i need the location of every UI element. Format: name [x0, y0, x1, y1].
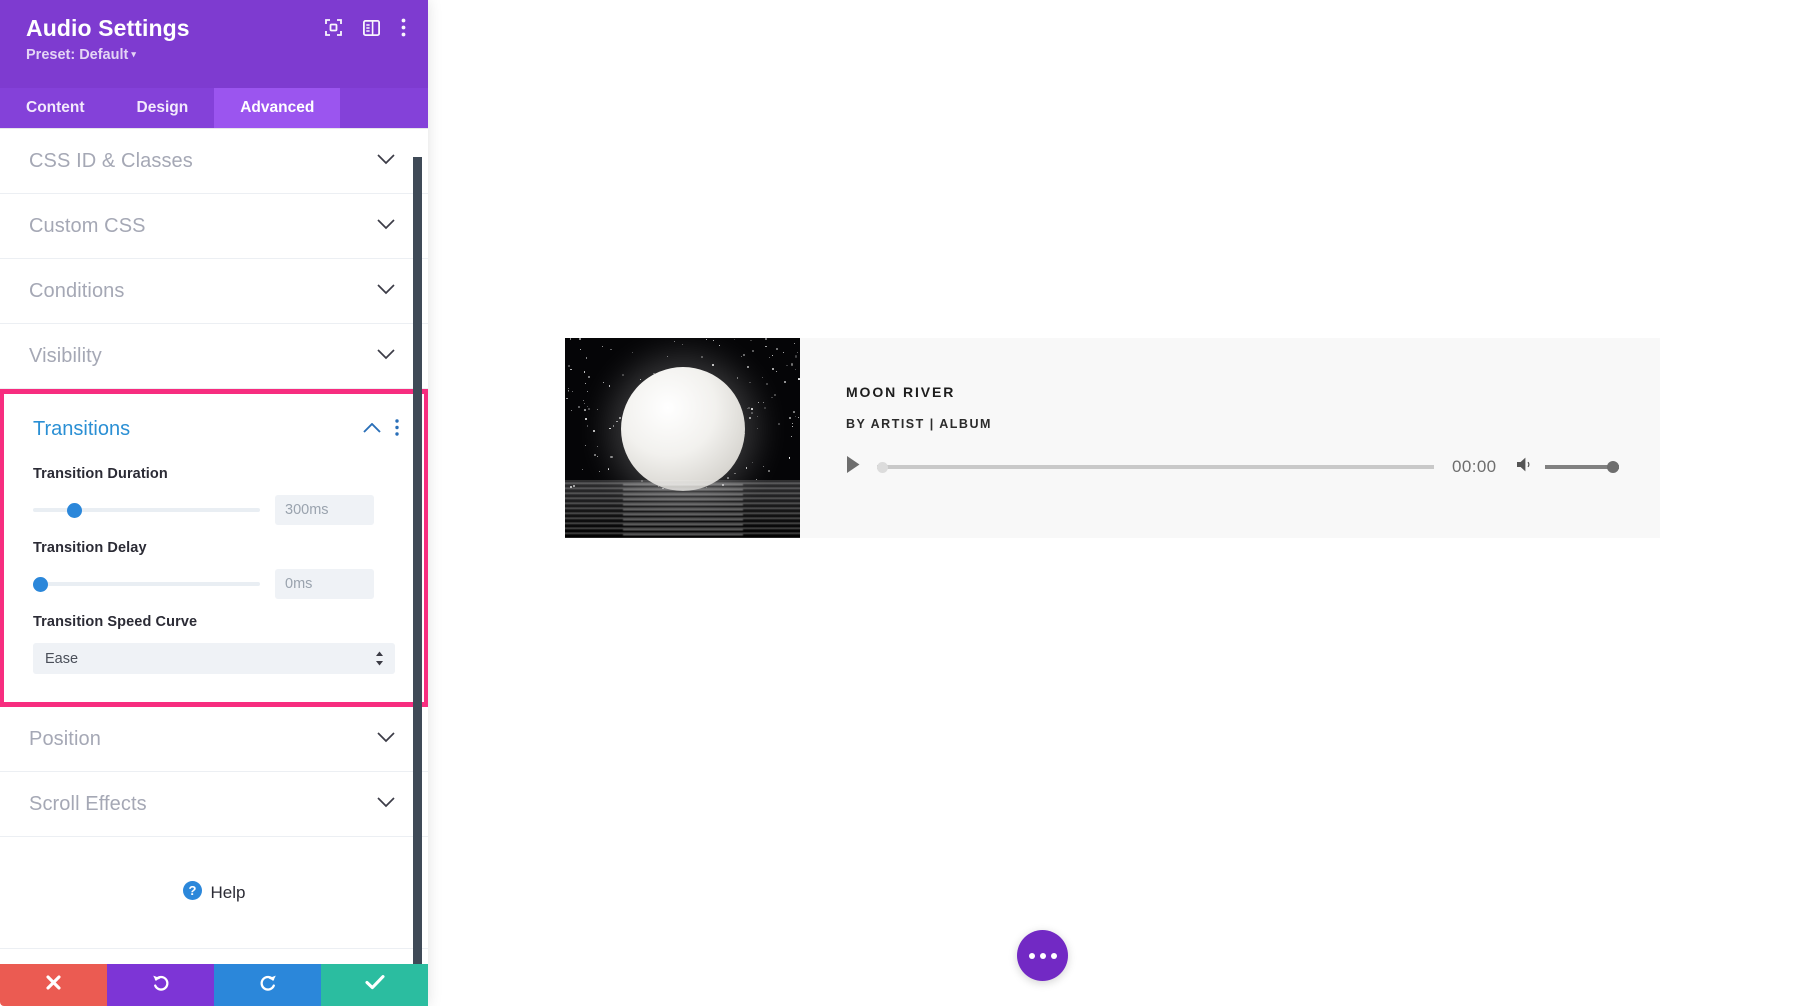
transition-delay-slider[interactable] — [33, 575, 260, 593]
sidebar-item-css-id-classes[interactable]: CSS ID & Classes — [0, 129, 428, 194]
slider-track — [33, 582, 260, 586]
check-icon — [365, 974, 385, 996]
audio-controls: 00:00 — [846, 455, 1626, 479]
section-label: Scroll Effects — [29, 793, 147, 816]
sidebar-item-scroll-effects[interactable]: Scroll Effects — [0, 772, 428, 837]
volume-slider[interactable] — [1545, 460, 1619, 474]
volume-knob[interactable] — [1607, 461, 1619, 473]
transition-delay-field: Transition Delay 0ms — [4, 540, 424, 599]
settings-scroll-area: CSS ID & Classes Custom CSS Conditions — [0, 128, 428, 964]
seek-slider[interactable] — [877, 460, 1434, 474]
transitions-section-highlight: Transitions — [0, 389, 428, 707]
chevron-down-icon — [377, 795, 395, 813]
moon-graphic — [621, 367, 745, 491]
page-settings-fab[interactable] — [1017, 930, 1068, 981]
sidebar-item-custom-css[interactable]: Custom CSS — [0, 194, 428, 259]
transition-delay-row: 0ms — [33, 569, 395, 599]
transition-delay-value[interactable]: 0ms — [275, 569, 374, 599]
section-label: CSS ID & Classes — [29, 150, 193, 173]
sidebar-item-position[interactable]: Position — [0, 707, 428, 772]
section-label: Custom CSS — [29, 215, 146, 238]
builder-screen: Audio Settings Preset: Default▾ — [0, 0, 1800, 1006]
save-button[interactable] — [321, 964, 428, 1006]
transitions-header[interactable]: Transitions — [4, 394, 424, 451]
preset-label: Preset: Default — [26, 47, 128, 63]
track-subtitle: BY ARTIST | ALBUM — [846, 417, 1626, 431]
slider-knob[interactable] — [33, 577, 48, 592]
ellipsis-icon — [1040, 953, 1046, 959]
audio-player-info: MOON RIVER BY ARTIST | ALBUM 00:00 — [800, 338, 1660, 538]
focus-icon[interactable] — [325, 19, 342, 41]
more-vertical-icon[interactable] — [395, 419, 399, 441]
ellipsis-icon — [1029, 953, 1035, 959]
slider-knob[interactable] — [67, 503, 82, 518]
ellipsis-icon — [1051, 953, 1057, 959]
chevron-down-icon — [377, 152, 395, 170]
redo-button[interactable] — [214, 964, 321, 1006]
settings-sidebar: Audio Settings Preset: Default▾ — [0, 0, 428, 1006]
tab-design[interactable]: Design — [111, 88, 215, 128]
section-label: Position — [29, 728, 101, 751]
transition-speed-curve-label: Transition Speed Curve — [33, 614, 395, 630]
svg-text:?: ? — [188, 883, 196, 898]
chevron-down-icon — [377, 282, 395, 300]
cancel-button[interactable] — [0, 964, 107, 1006]
help-label: Help — [211, 883, 246, 903]
tab-advanced[interactable]: Advanced — [214, 88, 340, 128]
water-reflection — [565, 480, 800, 538]
chevron-down-icon — [377, 730, 395, 748]
sidebar-item-conditions[interactable]: Conditions — [0, 259, 428, 324]
section-label: Conditions — [29, 280, 125, 303]
help-zone: ? Help — [0, 837, 428, 949]
transition-delay-label: Transition Delay — [33, 540, 395, 556]
seek-knob[interactable] — [877, 462, 888, 473]
album-cover-image — [565, 338, 800, 538]
section-label-transitions: Transitions — [33, 418, 130, 441]
transition-duration-label: Transition Duration — [33, 466, 395, 482]
close-icon — [45, 974, 62, 996]
transition-speed-curve-field: Transition Speed Curve EaseLinearEase-In… — [4, 614, 424, 674]
undo-button[interactable] — [107, 964, 214, 1006]
transitions-header-icons — [363, 419, 399, 441]
play-icon[interactable] — [846, 455, 861, 479]
transition-duration-slider[interactable] — [33, 501, 260, 519]
transition-duration-row: 300ms — [33, 495, 395, 525]
settings-sections: CSS ID & Classes Custom CSS Conditions — [0, 129, 428, 964]
page-canvas: MOON RIVER BY ARTIST | ALBUM 00:00 — [428, 0, 1800, 1006]
more-vertical-icon[interactable] — [401, 18, 406, 42]
sidebar-scrollbar-thumb[interactable] — [413, 157, 422, 964]
panel-header: Audio Settings Preset: Default▾ — [0, 0, 428, 88]
sidebar-item-visibility[interactable]: Visibility — [0, 324, 428, 389]
preset-selector[interactable]: Preset: Default▾ — [26, 47, 406, 63]
help-button[interactable]: ? Help — [183, 881, 246, 905]
layout-panel-icon[interactable] — [363, 20, 380, 41]
panel-action-bar — [0, 964, 428, 1006]
redo-icon — [258, 973, 278, 998]
tab-content[interactable]: Content — [0, 88, 111, 128]
transition-duration-field: Transition Duration 300ms — [4, 466, 424, 525]
chevron-up-icon[interactable] — [363, 421, 381, 439]
audio-player-module: MOON RIVER BY ARTIST | ALBUM 00:00 — [565, 338, 1660, 538]
volume-icon[interactable] — [1516, 456, 1535, 478]
chevron-down-icon — [377, 347, 395, 365]
question-circle-icon: ? — [183, 881, 202, 905]
header-icon-group — [325, 18, 406, 42]
chevron-down-icon: ▾ — [131, 49, 136, 59]
transition-duration-value[interactable]: 300ms — [275, 495, 374, 525]
transition-speed-curve-select-wrap: EaseLinearEase-InEase-OutEase-In-Out — [33, 643, 395, 674]
section-label: Visibility — [29, 345, 102, 368]
sidebar-scrollbar-track[interactable] — [416, 129, 425, 964]
settings-tabs: Content Design Advanced — [0, 88, 428, 128]
transition-speed-curve-select[interactable]: EaseLinearEase-InEase-OutEase-In-Out — [33, 643, 395, 674]
tab-filler — [340, 88, 428, 128]
current-time: 00:00 — [1452, 457, 1497, 477]
chevron-down-icon — [377, 217, 395, 235]
undo-icon — [151, 973, 171, 998]
track-title: MOON RIVER — [846, 384, 1626, 400]
seek-track — [877, 465, 1434, 469]
